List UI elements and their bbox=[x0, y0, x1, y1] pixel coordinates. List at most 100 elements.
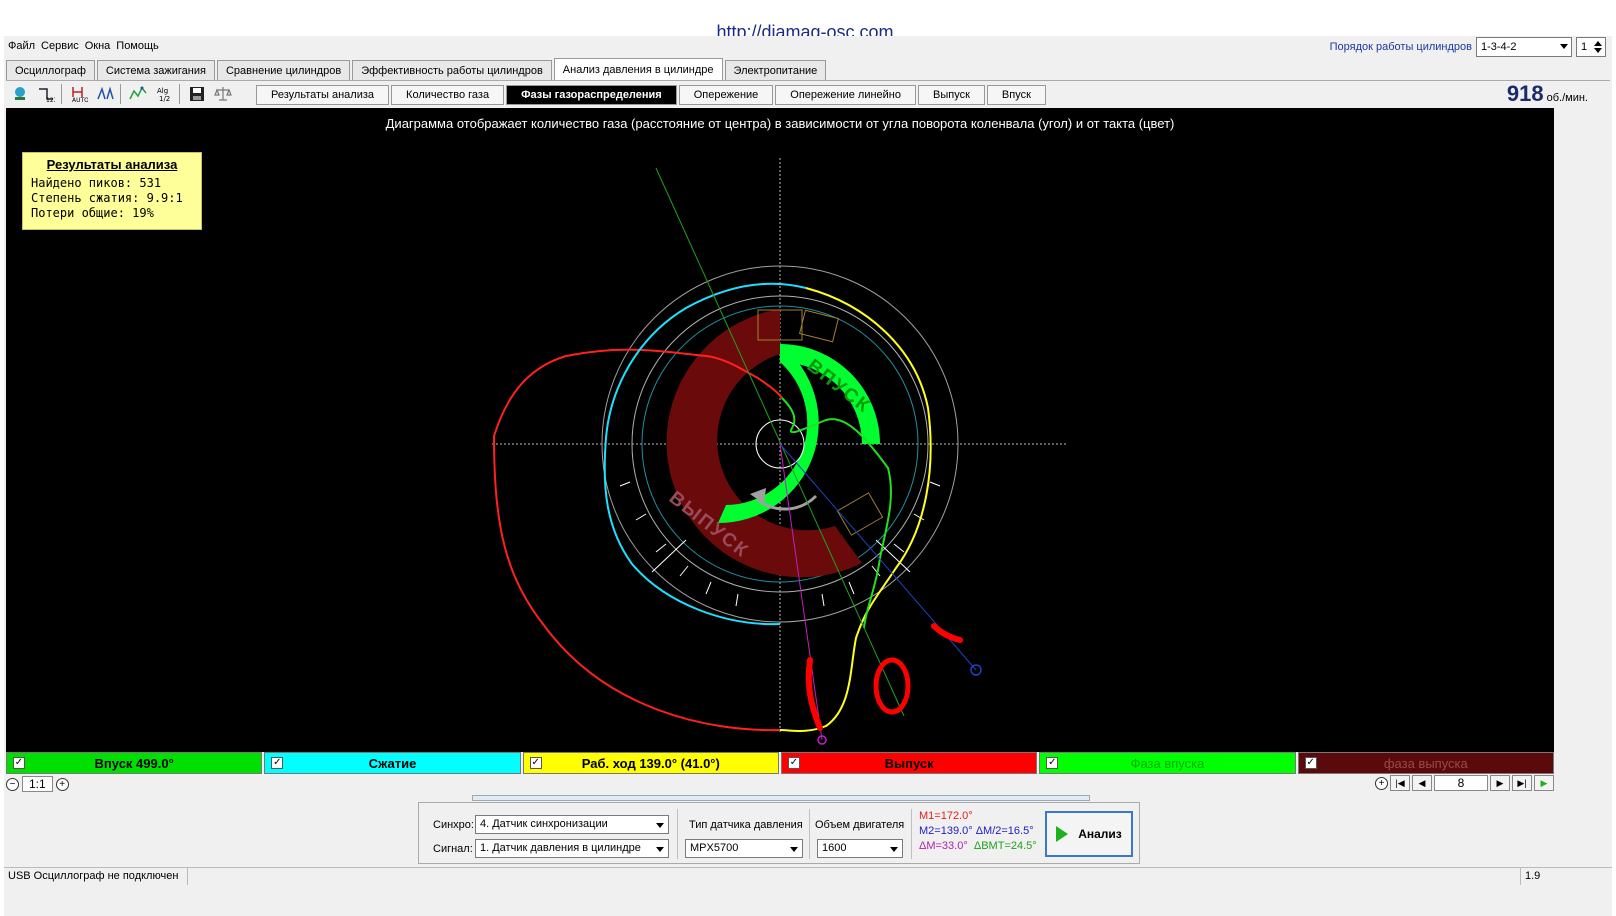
menu-file[interactable]: Файл bbox=[8, 40, 35, 56]
legend-intake-phase[interactable]: ✓ Фаза впуска bbox=[1039, 752, 1296, 774]
chevron-down-icon bbox=[1560, 44, 1568, 49]
legend-exhaust-phase[interactable]: ✓ фаза выпуска bbox=[1297, 752, 1554, 774]
rpm-unit: об./мин. bbox=[1546, 92, 1588, 104]
chevron-down-icon bbox=[790, 847, 798, 852]
svg-text:1/2: 1/2 bbox=[159, 95, 170, 103]
legend-intake-phase-label: Фаза впуска bbox=[1130, 755, 1205, 771]
subtab-intake[interactable]: Впуск bbox=[986, 85, 1046, 105]
legend-power-stroke[interactable]: ✓ Раб. ход 139.0° (41.0°) bbox=[522, 752, 779, 774]
separator bbox=[911, 809, 912, 859]
algorithm-icon[interactable]: Alg 1/2 bbox=[152, 83, 176, 105]
app-window: Файл Сервис Окна Помощь Порядок работы ц… bbox=[4, 36, 1612, 916]
legend-exhaust[interactable]: ✓ Выпуск bbox=[780, 752, 1038, 774]
checkbox-checked-icon[interactable]: ✓ bbox=[1304, 757, 1317, 769]
cylinder-number-spinner[interactable]: 1 bbox=[1576, 37, 1606, 57]
separator bbox=[809, 809, 810, 859]
zoom-navigation-strip: − 1:1 + + |◀ ◀ 8 ▶ ▶| ▶ bbox=[6, 775, 1554, 793]
subtab-valve-timing[interactable]: Фазы газораспределения bbox=[506, 85, 677, 105]
subtab-advance[interactable]: Опережение bbox=[678, 85, 774, 105]
marker-delta-row: ΔM=33.0° ΔВМТ=24.5° bbox=[919, 839, 1037, 854]
wave-icon[interactable] bbox=[126, 83, 150, 105]
subtab-exhaust[interactable]: Выпуск bbox=[918, 85, 985, 105]
subtab-gas-amount[interactable]: Количество газа bbox=[391, 85, 505, 105]
checkbox-checked-icon[interactable]: ✓ bbox=[529, 757, 542, 769]
frame-number[interactable]: 8 bbox=[1434, 775, 1488, 791]
marker-dbmt: ΔВМТ=24.5° bbox=[973, 840, 1037, 852]
first-frame-icon[interactable]: |◀ bbox=[1390, 775, 1410, 791]
chevron-down-icon bbox=[656, 847, 664, 852]
spin-up-icon[interactable] bbox=[1594, 41, 1602, 46]
svg-text:Alg: Alg bbox=[157, 87, 168, 95]
connection-status: USB Осциллограф не подключен bbox=[4, 868, 188, 885]
legend-exhaust-label: Выпуск bbox=[884, 755, 934, 771]
engine-volume-label: Объем двигателя bbox=[815, 819, 905, 831]
results-title: Результаты анализа bbox=[46, 157, 178, 172]
cylinder-order-label: Порядок работы цилиндров bbox=[1329, 41, 1472, 53]
tab-cylinder-pressure[interactable]: Анализ давления в цилиндре bbox=[553, 58, 723, 80]
tab-cylinder-comparison[interactable]: Сравнение цилиндров bbox=[216, 60, 351, 80]
sync-icon[interactable]: 1234 bbox=[34, 83, 58, 105]
play-icon[interactable]: ▶ bbox=[1534, 775, 1554, 791]
subtab-analysis-results[interactable]: Результаты анализа bbox=[256, 85, 390, 105]
next-frame-icon[interactable]: ▶ bbox=[1490, 775, 1510, 791]
menu-windows[interactable]: Окна bbox=[85, 40, 111, 56]
add-frame-icon[interactable]: + bbox=[1375, 776, 1388, 790]
cylinder-order-group: Порядок работы цилиндров 1-3-4-2 1 bbox=[1330, 37, 1606, 57]
scope-icon[interactable] bbox=[8, 83, 32, 105]
cylinder-order-value: 1-3-4-2 bbox=[1481, 41, 1517, 53]
sensor-type-value: MPX5700 bbox=[690, 842, 739, 854]
checkbox-checked-icon[interactable]: ✓ bbox=[787, 757, 800, 769]
marker-measurements: M1=172.0° M2=139.0° ΔM/2=16.5° ΔM=33.0° … bbox=[919, 809, 1037, 854]
results-compression: Степень сжатия: 9.9:1 bbox=[31, 191, 183, 205]
signal-label: Сигнал: bbox=[433, 843, 473, 855]
rpm-value: 918 bbox=[1506, 81, 1544, 106]
signal-select[interactable]: 1. Датчик давления в цилиндре bbox=[475, 839, 669, 858]
marker-m2-row: M2=139.0° ΔM/2=16.5° bbox=[919, 824, 1037, 839]
zoom-out-icon[interactable]: − bbox=[6, 777, 19, 791]
cylinder-order-select[interactable]: 1-3-4-2 bbox=[1476, 37, 1572, 57]
tab-power-supply[interactable]: Электропитание bbox=[724, 60, 827, 80]
marker-box bbox=[798, 309, 840, 343]
chevron-down-icon bbox=[656, 823, 664, 828]
spin-down-icon[interactable] bbox=[1594, 48, 1602, 53]
menu-help[interactable]: Помощь bbox=[116, 40, 159, 56]
menu-bar: Файл Сервис Окна Помощь bbox=[8, 40, 159, 56]
save-icon[interactable] bbox=[185, 83, 209, 105]
menu-service[interactable]: Сервис bbox=[41, 40, 79, 56]
checkbox-checked-icon[interactable]: ✓ bbox=[1046, 757, 1059, 769]
balance-icon[interactable] bbox=[211, 83, 235, 105]
annotation-circle bbox=[873, 657, 911, 715]
zoom-in-icon[interactable]: + bbox=[55, 777, 69, 791]
analyze-button[interactable]: Анализ bbox=[1045, 811, 1133, 857]
last-frame-icon[interactable]: ▶| bbox=[1512, 775, 1532, 791]
cylinder-number-value: 1 bbox=[1581, 41, 1588, 53]
compare-icon[interactable] bbox=[93, 83, 117, 105]
tab-cylinder-efficiency[interactable]: Эффективность работы цилиндров bbox=[352, 60, 552, 80]
results-peaks: Найдено пиков: 531 bbox=[31, 176, 162, 190]
zoom-controls: − 1:1 + bbox=[6, 776, 69, 792]
annotation-stroke bbox=[931, 623, 963, 643]
valve-timing-diagram[interactable]: ВПУСК ВЫПУСК Диаграмма отображает количе… bbox=[6, 108, 1554, 752]
panel-splitter[interactable] bbox=[472, 795, 1090, 801]
analysis-parameters-panel: Синхро: 4. Датчик синхронизации Сигнал: … bbox=[418, 802, 1140, 864]
legend-intake-label: Впуск 499.0° bbox=[94, 755, 174, 771]
sync-value: 4. Датчик синхронизации bbox=[480, 818, 608, 830]
sync-select[interactable]: 4. Датчик синхронизации bbox=[475, 815, 669, 834]
exhaust-phase-ring bbox=[666, 309, 862, 578]
analysis-results-panel: Результаты анализа Найдено пиков: 531 Ст… bbox=[22, 152, 202, 230]
tab-ignition-system[interactable]: Система зажигания bbox=[96, 60, 215, 80]
sensor-type-select[interactable]: MPX5700 bbox=[685, 839, 803, 858]
engine-volume-select[interactable]: 1600 bbox=[817, 839, 903, 858]
tab-oscilloscope[interactable]: Осциллограф bbox=[6, 60, 95, 80]
marker-box bbox=[836, 492, 884, 536]
sensor-type-label: Тип датчика давления bbox=[689, 819, 803, 831]
checkbox-checked-icon[interactable]: ✓ bbox=[13, 757, 25, 769]
separator bbox=[677, 809, 678, 859]
auto-icon[interactable]: AUTO bbox=[67, 83, 91, 105]
legend-intake[interactable]: ✓ Впуск 499.0° bbox=[6, 752, 263, 774]
subtab-advance-linear[interactable]: Опережение линейно bbox=[775, 85, 917, 105]
annotation-stroke bbox=[805, 657, 823, 731]
checkbox-checked-icon[interactable]: ✓ bbox=[271, 757, 284, 769]
prev-frame-icon[interactable]: ◀ bbox=[1412, 775, 1432, 791]
legend-compression[interactable]: ✓ Сжатие bbox=[264, 752, 521, 774]
